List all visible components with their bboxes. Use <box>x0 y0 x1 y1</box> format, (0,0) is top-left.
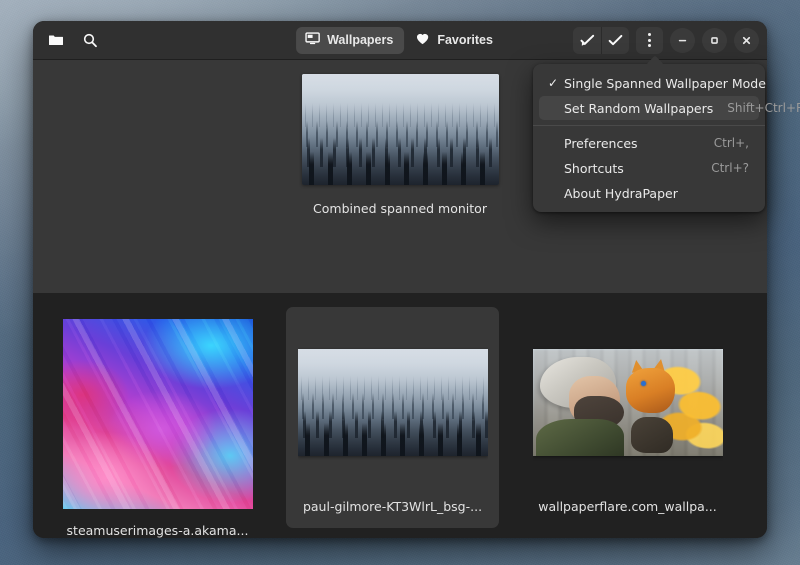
apply-buttons-group <box>573 26 629 54</box>
wallpaper-label-2: wallpaperflare.com_wallpa... <box>538 499 717 514</box>
wallpaper-thumb-box-2 <box>532 319 723 485</box>
menu-item-shortcuts[interactable]: Shortcuts Ctrl+? <box>539 156 759 180</box>
monitor-preview-thumbnail[interactable] <box>301 74 499 185</box>
view-mode-switcher: Wallpapers Favorites <box>296 26 504 54</box>
headerbar-left-group <box>41 27 105 54</box>
menu-item-label: Set Random Wallpapers <box>564 100 714 116</box>
wallpaper-thumbnail-2 <box>532 348 723 456</box>
menu-item-label: Shortcuts <box>564 160 624 176</box>
wallpaper-label-0: steamuserimages-a.akama... <box>66 523 249 538</box>
menu-item-accel: Shift+Ctrl+R <box>727 101 800 115</box>
menu-item-single-spanned-wallpaper-mode[interactable]: ✓ Single Spanned Wallpaper Mode <box>539 71 766 95</box>
wallpaper-thumb-box-0 <box>62 319 253 509</box>
menu-item-preferences[interactable]: Preferences Ctrl+, <box>539 131 759 155</box>
folder-icon[interactable] <box>41 27 71 54</box>
headerbar: Wallpapers Favorites <box>33 21 767 60</box>
close-icon[interactable] <box>734 27 759 53</box>
headerbar-right-group <box>573 26 759 54</box>
minimize-icon[interactable] <box>670 27 695 53</box>
wallpaper-thumbnail-0 <box>62 319 253 509</box>
menu-item-label: Single Spanned Wallpaper Mode <box>564 75 766 91</box>
foggy-forest-wallpaper-image <box>301 74 499 185</box>
monitor-icon <box>305 31 320 49</box>
check-icon[interactable] <box>601 26 629 54</box>
foggy-forest-wallpaper-image-thumb <box>297 348 488 456</box>
wallpaper-label-1: paul-gilmore-KT3WlrL_bsg-... <box>302 499 483 514</box>
wallpaper-card-0[interactable]: steamuserimages-a.akama... <box>51 307 264 538</box>
menu-separator <box>533 125 765 126</box>
search-icon[interactable] <box>75 27 105 54</box>
main-menu-popover: ✓ Single Spanned Wallpaper Mode Set Rand… <box>533 55 800 212</box>
tab-favorites-label: Favorites <box>437 33 493 47</box>
wallpaper-grid: steamuserimages-a.akama... paul-gilmore-… <box>33 293 767 538</box>
kebab-dots <box>648 33 651 47</box>
tab-wallpapers[interactable]: Wallpapers <box>296 26 405 54</box>
desktop-background: Wallpapers Favorites Combined spanned mo… <box>0 0 800 565</box>
kebab-menu-icon[interactable] <box>636 26 663 54</box>
maximize-icon[interactable] <box>702 27 727 53</box>
wallpaper-thumb-box-1 <box>297 319 488 485</box>
wallpaper-card-2[interactable]: wallpaperflare.com_wallpa... <box>521 307 734 514</box>
menu-item-label: Preferences <box>564 135 638 151</box>
apply-wallpaper-check-icon[interactable] <box>573 27 601 54</box>
wallpaper-thumbnail-1 <box>297 348 488 456</box>
menu-item-about-hydrapaper[interactable]: About HydraPaper <box>539 181 759 205</box>
anime-wallpaper-image <box>532 348 723 456</box>
checkmark-icon: ✓ <box>548 76 559 90</box>
menu-item-set-random-wallpapers[interactable]: Set Random Wallpapers Shift+Ctrl+R <box>539 96 800 120</box>
tab-wallpapers-label: Wallpapers <box>327 33 394 47</box>
menu-item-label: About HydraPaper <box>564 185 678 201</box>
menu-item-accel: Ctrl+, <box>713 136 749 150</box>
preview-label: Combined spanned monitor <box>313 201 487 216</box>
heart-icon <box>415 31 430 49</box>
tab-favorites[interactable]: Favorites <box>406 27 504 54</box>
menu-item-accel: Ctrl+? <box>711 161 749 175</box>
wallpaper-card-1[interactable]: paul-gilmore-KT3WlrL_bsg-... <box>286 307 499 528</box>
abstract-paint-wallpaper-image <box>62 319 253 509</box>
